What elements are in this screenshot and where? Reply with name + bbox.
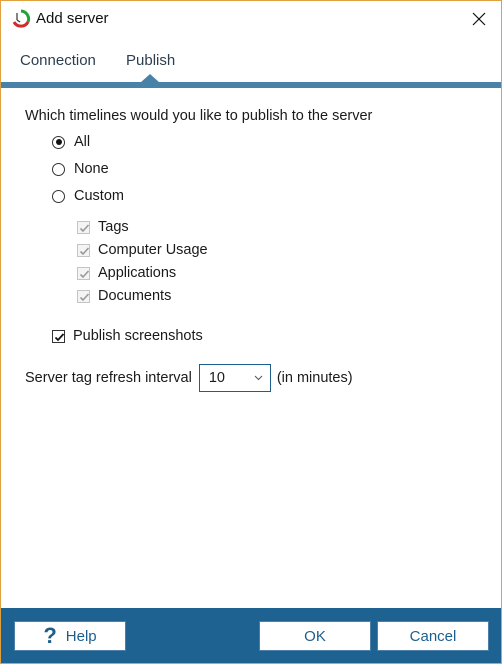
ok-label: OK bbox=[304, 627, 326, 645]
radio-button[interactable] bbox=[52, 162, 65, 176]
tab-connection[interactable]: Connection bbox=[20, 52, 96, 69]
cancel-label: Cancel bbox=[409, 627, 457, 645]
checkbox-label: Publish screenshots bbox=[73, 328, 203, 344]
checkbox[interactable] bbox=[77, 289, 90, 303]
tab-strip: Connection Publish bbox=[1, 45, 501, 85]
tab-publish[interactable]: Publish bbox=[126, 52, 175, 69]
radio-custom[interactable]: Custom bbox=[52, 186, 124, 206]
checkbox-tags[interactable]: Tags bbox=[77, 217, 129, 237]
checkbox[interactable] bbox=[77, 266, 90, 280]
question-mark-icon: ? bbox=[43, 623, 57, 648]
checkbox-applications[interactable]: Applications bbox=[77, 263, 176, 283]
checkbox-label: Documents bbox=[98, 288, 172, 304]
refresh-interval-select[interactable]: 10 bbox=[198, 364, 271, 392]
radio-all[interactable]: All bbox=[52, 132, 90, 152]
tab-underline-bar bbox=[1, 82, 501, 88]
add-server-dialog: Add server Connection Publish Which time… bbox=[0, 0, 502, 664]
radio-label: Custom bbox=[74, 188, 124, 204]
radio-none[interactable]: None bbox=[52, 159, 109, 179]
checkbox[interactable] bbox=[77, 220, 90, 234]
select-value: 10 bbox=[208, 370, 225, 386]
window-title: Add server bbox=[36, 10, 109, 27]
checkbox-label: Computer Usage bbox=[98, 242, 208, 258]
help-button[interactable]: ? Help bbox=[14, 621, 126, 651]
checkmark-icon bbox=[79, 223, 90, 232]
checkmark-icon bbox=[79, 246, 90, 255]
radio-button[interactable] bbox=[52, 189, 65, 203]
checkbox-label: Applications bbox=[98, 265, 177, 281]
chevron-down-icon bbox=[254, 375, 263, 381]
cancel-button[interactable]: Cancel bbox=[377, 621, 489, 651]
checkbox-computer-usage[interactable]: Computer Usage bbox=[77, 240, 208, 260]
title-bar: Add server bbox=[1, 1, 501, 39]
radio-label: All bbox=[74, 134, 91, 150]
checkbox-label: Tags bbox=[98, 219, 129, 235]
checkmark-icon bbox=[54, 332, 65, 341]
ok-button[interactable]: OK bbox=[259, 621, 371, 651]
close-icon[interactable] bbox=[469, 9, 489, 29]
radio-button[interactable] bbox=[52, 135, 65, 149]
refresh-interval-row: Server tag refresh interval 10 (in minut… bbox=[25, 364, 353, 392]
radio-label: None bbox=[74, 161, 109, 177]
checkbox[interactable] bbox=[52, 329, 65, 343]
refresh-interval-label: Server tag refresh interval bbox=[25, 370, 192, 386]
checkbox[interactable] bbox=[77, 243, 90, 257]
checkbox-publish-screenshots[interactable]: Publish screenshots bbox=[52, 326, 203, 346]
timer-clock-icon bbox=[12, 9, 31, 28]
timelines-question: Which timelines would you like to publis… bbox=[25, 108, 373, 124]
dialog-footer: ? Help OK Cancel bbox=[1, 608, 501, 663]
help-label: Help bbox=[65, 627, 97, 645]
checkmark-icon bbox=[79, 292, 90, 301]
checkmark-icon bbox=[79, 269, 90, 278]
checkbox-documents[interactable]: Documents bbox=[77, 286, 171, 306]
interval-unit-label: (in minutes) bbox=[276, 370, 353, 386]
